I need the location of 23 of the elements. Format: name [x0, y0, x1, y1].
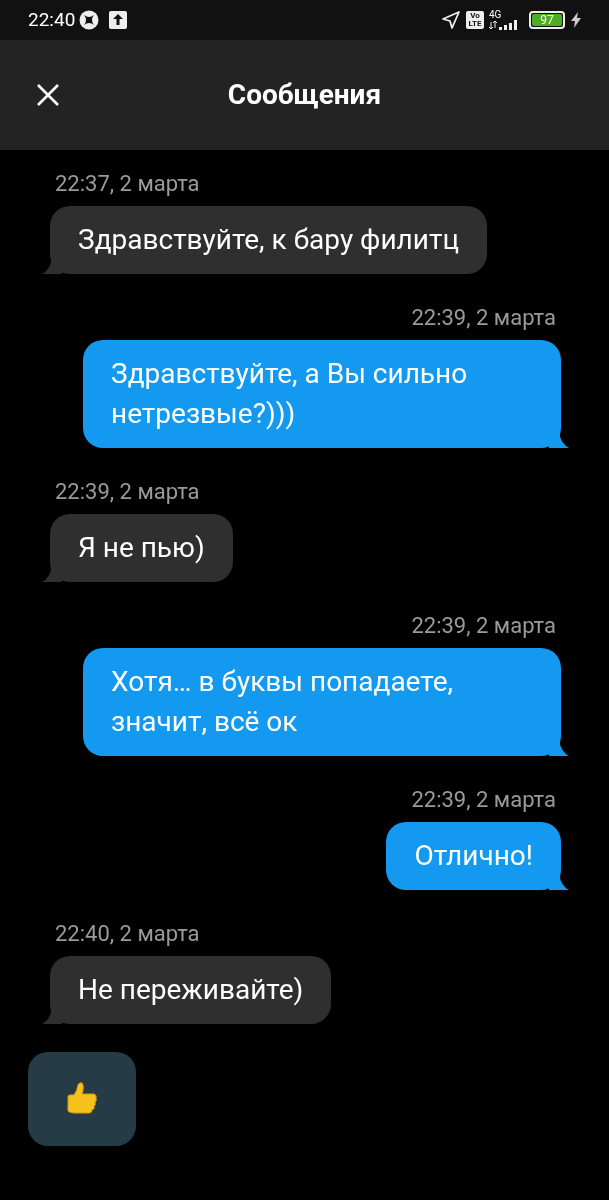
message-time: 22:39, 2 марта [410, 786, 557, 814]
thumbs-up-icon [64, 1081, 100, 1117]
bubble-tail [549, 874, 569, 890]
charging-icon [571, 12, 581, 28]
status-app-icon [79, 10, 100, 30]
status-time: 22:40 [28, 6, 76, 33]
upload-icon [109, 11, 128, 29]
volte-badge: Vo LTE [466, 11, 484, 29]
like-button[interactable] [28, 1052, 136, 1146]
bubble-tail [549, 432, 569, 448]
header-title: Сообщения [227, 77, 382, 113]
message-time: 22:40, 2 марта [54, 920, 201, 948]
message-time: 22:39, 2 марта [410, 612, 557, 640]
message-time: 22:39, 2 марта [410, 304, 557, 332]
bubble-tail [42, 258, 62, 274]
message-time: 22:39, 2 марта [54, 478, 201, 506]
bubble-tail [42, 566, 62, 582]
battery-icon: 97 [529, 11, 565, 29]
bubble-tail [42, 1008, 62, 1024]
location-icon [442, 11, 460, 29]
message-time: 22:37, 2 марта [54, 170, 201, 198]
bubble-tail [549, 740, 569, 756]
network-type: 4G [489, 10, 502, 20]
